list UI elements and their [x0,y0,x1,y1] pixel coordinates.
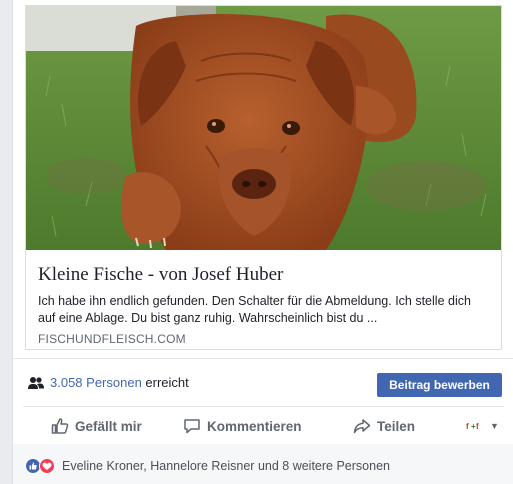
link-preview-image[interactable] [26,6,501,250]
reactions-summary: Eveline Kroner, Hannelore Reisner und 8 … [13,444,513,484]
reaction-names-link[interactable]: Eveline Kroner, Hannelore Reisner und 8 … [62,459,390,473]
reach-row: 3.058 Personen erreicht Beitrag bewerben [13,358,513,407]
comment-label: Kommentieren [207,418,302,434]
comment-button[interactable]: Kommentieren [183,407,302,445]
svg-text:f: f [466,422,469,431]
love-reaction-icon [39,458,55,474]
like-button[interactable]: Gefällt mir [51,407,142,445]
page-avatar-icon: f + f [465,420,481,432]
post-container: Kleine Fische - von Josef Huber Ich habe… [12,0,513,484]
chevron-down-icon: ▼ [490,421,499,431]
link-preview-body[interactable]: Kleine Fische - von Josef Huber Ich habe… [26,250,501,349]
thumbs-up-icon [51,418,69,434]
dog-photo [26,6,501,250]
reaction-icons[interactable] [25,458,61,474]
share-label: Teilen [377,418,416,434]
svg-text:f: f [476,422,479,431]
reach-text: 3.058 Personen erreicht [50,375,189,390]
link-preview-domain: FISCHUNDFLEISCH.COM [38,332,186,346]
link-preview-description: Ich habe ihn endlich gefunden. Den Schal… [38,294,471,325]
share-icon [353,419,371,434]
people-icon [28,377,44,389]
boost-post-button[interactable]: Beitrag bewerben [377,373,502,397]
reach-count-link[interactable]: 3.058 Personen [50,375,142,390]
like-label: Gefällt mir [75,418,142,434]
reach-suffix: erreicht [141,375,189,390]
share-button[interactable]: Teilen [353,407,415,445]
link-preview-title[interactable]: Kleine Fische - von Josef Huber [38,264,491,286]
page-switcher-button[interactable]: f + f ▼ [465,407,499,445]
action-bar: Gefällt mir Kommentieren Teilen f + f ▼ [23,406,504,446]
link-preview-card[interactable]: Kleine Fische - von Josef Huber Ich habe… [25,5,502,350]
like-reaction-icon [25,458,41,474]
comment-icon [184,419,200,434]
